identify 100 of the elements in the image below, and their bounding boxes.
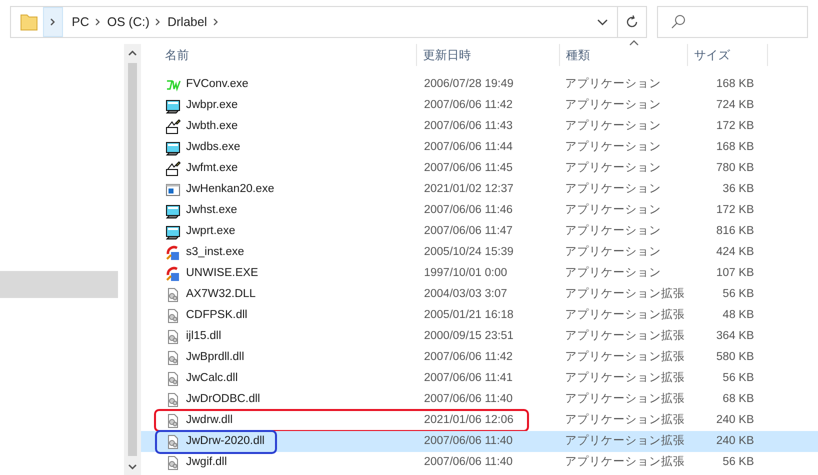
file-size: 36 KB (722, 182, 754, 197)
file-size: 364 KB (715, 328, 754, 344)
file-size: 424 KB (715, 244, 754, 260)
file-row[interactable]: UNWISE.EXE 1997/10/01 0:00 アプリケーション 107 KB (141, 263, 818, 284)
file-name: JwDrODBC.dll (186, 392, 260, 407)
file-row[interactable]: JwHenkan20.exe 2021/01/02 12:37 アプリケーション 36 KB (141, 179, 818, 200)
file-date: 2007/06/06 11:44 (423, 140, 514, 155)
file-date: 2007/06/06 11:43 (423, 118, 514, 134)
file-name: JwBprdll.dll (186, 350, 244, 365)
column-header[interactable]: サイズ (688, 44, 768, 66)
file-name: AX7W32.DLL (186, 286, 256, 302)
column-header[interactable]: 名前 (141, 44, 417, 66)
file-type: アプリケーション (564, 97, 662, 113)
file-type: アプリケーション (564, 181, 662, 197)
file-date: 2007/06/06 11:42 (423, 98, 514, 113)
column-header[interactable]: 種類 (560, 44, 688, 66)
refresh-icon (625, 15, 639, 29)
file-size: 107 KB (715, 266, 754, 281)
file-row[interactable]: s3_inst.exe 2005/10/24 15:39 アプリケーション 424 KB (141, 242, 818, 263)
file-type: アプリケーション (564, 265, 662, 281)
file-name: UNWISE.EXE (186, 266, 258, 281)
scroll-up-icon (128, 50, 137, 56)
installer-icon (165, 266, 181, 282)
file-name: Jwdbs.exe (186, 140, 240, 155)
file-size: 240 KB (715, 412, 754, 428)
dll-file-icon (165, 286, 181, 302)
file-date: 2007/06/06 11:46 (423, 202, 514, 218)
installer-icon (165, 244, 181, 260)
file-type: アプリケーション拡張 (564, 328, 686, 344)
dll-file-icon (165, 392, 181, 408)
address-bar[interactable]: PC OS (C:) Drlabel (10, 6, 647, 38)
file-type: アプリケーション (564, 202, 662, 218)
file-date: 2006/07/28 19:49 (423, 76, 515, 92)
file-type: アプリケーション (564, 118, 662, 134)
file-type: アプリケーション (564, 223, 662, 239)
file-row[interactable]: JwBprdll.dll 2007/06/06 11:42 アプリケーション拡張 580 KB (141, 347, 818, 368)
file-name: CDFPSK.dll (186, 308, 248, 323)
file-row[interactable]: AX7W32.DLL 2004/03/03 3:07 アプリケーション拡張 56 KB (141, 284, 818, 305)
file-name: s3_inst.exe (186, 244, 244, 260)
file-name: Jwbth.exe (186, 118, 238, 134)
file-size: 168 KB (715, 76, 754, 92)
file-row[interactable]: Jwbpr.exe 2007/06/06 11:42 アプリケーション 724 KB (141, 95, 818, 116)
file-row[interactable]: Jwbth.exe 2007/06/06 11:43 アプリケーション 172 KB (141, 116, 818, 137)
column-header[interactable]: 更新日時 (417, 44, 560, 66)
file-type: アプリケーション拡張 (564, 454, 686, 470)
dll-file-icon (165, 434, 181, 450)
caret-icon (596, 18, 608, 26)
scrollbar[interactable] (124, 44, 141, 475)
file-size: 580 KB (715, 350, 754, 365)
file-name: Jwgif.dll (186, 454, 227, 470)
file-row[interactable]: Jwfmt.exe 2007/06/06 11:45 アプリケーション 780 KB (141, 158, 818, 179)
file-type: アプリケーション拡張 (564, 370, 686, 386)
dll-file-icon (165, 412, 181, 428)
file-size: 56 KB (722, 370, 754, 386)
file-size: 56 KB (722, 454, 754, 470)
file-size: 48 KB (722, 308, 754, 323)
file-size: 240 KB (715, 434, 754, 449)
file-date: 2005/01/21 16:18 (423, 308, 515, 323)
application-icon (165, 202, 181, 218)
file-size: 172 KB (715, 118, 754, 134)
file-row[interactable]: JwDrw-2020.dll 2007/06/06 11:40 アプリケーション拡張 240 KB (141, 431, 818, 452)
scroll-down-icon (128, 464, 137, 470)
file-row[interactable]: ijl15.dll 2000/09/15 23:51 アプリケーション拡張 364 KB (141, 326, 818, 347)
file-type: アプリケーション拡張 (564, 391, 686, 407)
window-icon (165, 182, 181, 198)
breadcrumb-link[interactable]: Drlabel (164, 12, 210, 32)
file-date: 2007/06/06 11:41 (423, 370, 514, 386)
breadcrumb-link[interactable]: OS (C:) (104, 12, 152, 32)
chevron-button[interactable] (43, 7, 63, 37)
file-date: 2007/06/06 11:40 (423, 454, 514, 470)
file-row[interactable]: FVConv.exe 2006/07/28 19:49 アプリケーション 168 KB (141, 74, 818, 95)
search-icon (670, 14, 686, 30)
file-size: 56 KB (722, 286, 754, 302)
file-type: アプリケーション (564, 244, 662, 260)
file-name: Jwfmt.exe (186, 160, 238, 176)
dll-file-icon (165, 350, 181, 366)
file-date: 2007/06/06 11:40 (423, 434, 514, 449)
folder-icon (19, 12, 39, 32)
search-field[interactable] (657, 6, 808, 38)
nav-item-highlight[interactable] (0, 271, 118, 298)
sort-caret-icon (628, 39, 640, 47)
file-row[interactable]: Jwprt.exe 2007/06/06 11:47 アプリケーション 816 KB (141, 221, 818, 242)
file-date: 2004/03/03 3:07 (423, 286, 508, 302)
file-name: JwCalc.dll (186, 370, 238, 386)
file-row[interactable]: Jwhst.exe 2007/06/06 11:46 アプリケーション 172 KB (141, 200, 818, 221)
file-name: JwHenkan20.exe (186, 182, 274, 197)
file-type: アプリケーション (564, 160, 662, 176)
dll-file-icon (165, 308, 181, 324)
file-name: FVConv.exe (186, 76, 248, 92)
file-row[interactable]: Jwgif.dll 2007/06/06 11:40 アプリケーション拡張 56 KB (141, 452, 818, 473)
file-row[interactable]: CDFPSK.dll 2005/01/21 16:18 アプリケーション拡張 48 KB (141, 305, 818, 326)
file-date: 1997/10/01 0:00 (423, 266, 508, 281)
breadcrumb-link[interactable]: PC (68, 12, 92, 32)
file-row[interactable]: JwDrODBC.dll 2007/06/06 11:40 アプリケーション拡張 68 KB (141, 389, 818, 410)
file-size: 780 KB (715, 160, 754, 176)
file-row[interactable]: Jwdbs.exe 2007/06/06 11:44 アプリケーション 168 KB (141, 137, 818, 158)
application-icon (165, 224, 181, 240)
dll-file-icon (165, 370, 181, 386)
file-row[interactable]: JwCalc.dll 2007/06/06 11:41 アプリケーション拡張 56 KB (141, 368, 818, 389)
application-icon (165, 118, 181, 134)
